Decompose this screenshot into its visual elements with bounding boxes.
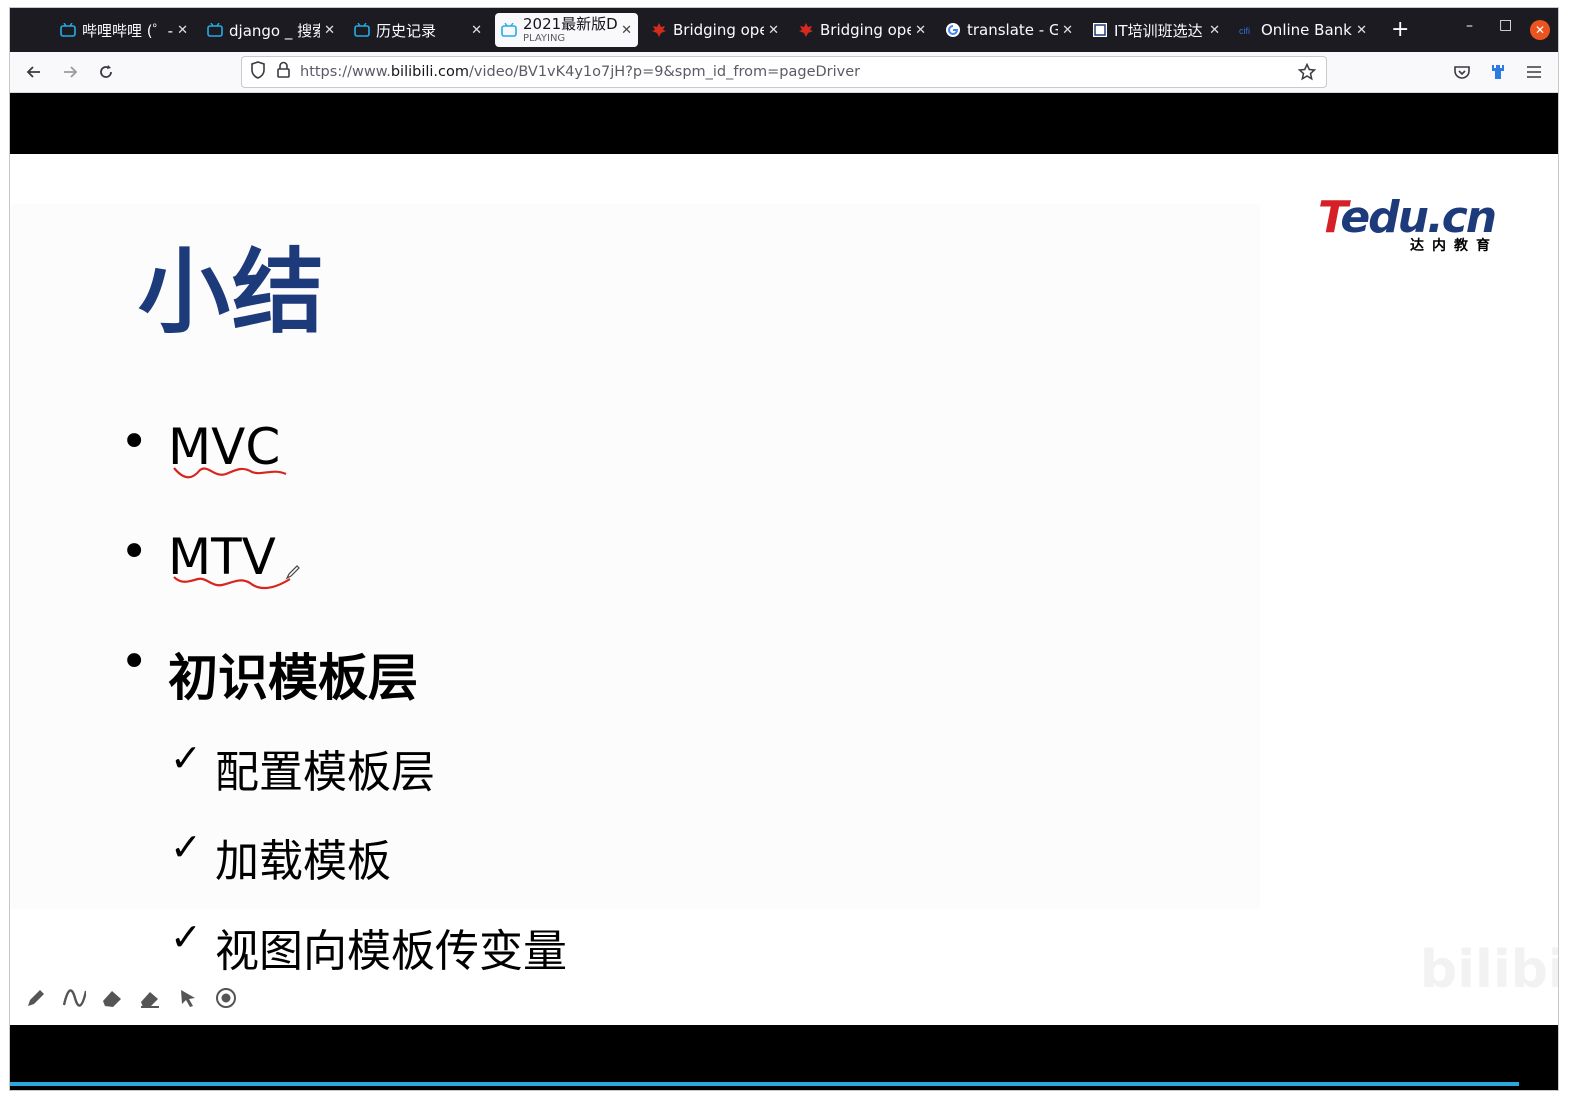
video-letterbox-top <box>10 93 1558 154</box>
tab-django-search[interactable]: django _ 搜索 ✕ <box>201 14 341 46</box>
close-icon[interactable]: ✕ <box>768 23 779 38</box>
maximize-button[interactable]: □ <box>1499 17 1512 33</box>
browser-window: 哔哩哔哩 (゜-゜ ✕ django _ 搜索 ✕ 历史记录 ✕ 2021最新版… <box>10 8 1558 1090</box>
subitem-pass-variables: 视图向模板传变量 <box>215 926 567 977</box>
maple-leaf-icon <box>651 22 667 38</box>
video-slide[interactable]: 小结 Tedu.cn 达内教育 • MVC • MTV • 初识模板层 ✓ 配置… <box>10 154 1558 1025</box>
tab-bridging-1[interactable]: Bridging oper ✕ <box>645 14 785 46</box>
tab-title: translate - Go <box>967 21 1059 39</box>
pointer-icon[interactable] <box>176 986 200 1010</box>
window-close-button[interactable]: ✕ <box>1530 20 1550 40</box>
reload-icon <box>100 65 112 78</box>
maple-leaf-icon <box>798 22 814 38</box>
url-text[interactable]: https://www.bilibili.com/video/BV1vK4y1o… <box>300 64 860 80</box>
address-bar[interactable]: https://www.bilibili.com/video/BV1vK4y1o… <box>241 56 1327 88</box>
back-arrow-icon <box>26 66 40 78</box>
subitem-config-template: 配置模板层 <box>215 747 435 798</box>
bilibili-icon <box>501 22 517 38</box>
navigation-bar: https://www.bilibili.com/video/BV1vK4y1o… <box>10 52 1558 93</box>
logo-t: T <box>1318 192 1342 243</box>
check-icon: ✓ <box>170 736 202 780</box>
highlighter-icon[interactable] <box>100 986 124 1010</box>
subitem-load-template: 加载模板 <box>215 836 391 887</box>
annotation-toolbar <box>24 986 238 1010</box>
record-icon[interactable] <box>214 986 238 1010</box>
close-icon[interactable]: ✕ <box>324 23 335 38</box>
video-letterbox-bottom <box>10 1025 1558 1090</box>
forward-button[interactable] <box>58 60 82 84</box>
logo-subtitle: 达内教育 <box>1410 238 1498 254</box>
bullet-marker: • <box>120 524 149 580</box>
tab-it-training[interactable]: IT培训班选达 ✕ <box>1086 14 1226 46</box>
video-progress-bar[interactable] <box>10 1082 1520 1086</box>
tab-title: Bridging oper <box>673 21 765 39</box>
close-icon[interactable]: ✕ <box>915 23 926 38</box>
eraser-icon[interactable] <box>138 986 162 1010</box>
url-prefix: https://www. <box>300 64 391 80</box>
red-underline-annotation <box>173 467 287 479</box>
forward-arrow-icon <box>64 66 78 78</box>
url-path: /video/BV1vK4y1o7jH?p=9&spm_id_from=page… <box>469 64 861 80</box>
bullet-template-layer: 初识模板层 <box>168 649 418 707</box>
tab-translate[interactable]: translate - Go ✕ <box>939 14 1079 46</box>
lock-icon[interactable] <box>276 61 292 83</box>
tedu-logo: Tedu.cn 达内教育 <box>1318 192 1498 255</box>
bilibili-icon <box>207 22 223 38</box>
curve-icon[interactable] <box>62 986 86 1010</box>
minimize-button[interactable]: – <box>1466 18 1473 34</box>
pen-icon[interactable] <box>24 986 48 1010</box>
tab-bilibili-home[interactable]: 哔哩哔哩 (゜-゜ ✕ <box>54 14 194 46</box>
tab-active-video[interactable]: 2021最新版Dj PLAYING ✕ <box>495 13 638 47</box>
close-icon[interactable]: ✕ <box>471 23 482 38</box>
tab-title: 哔哩哔哩 (゜-゜ <box>82 21 174 40</box>
close-icon[interactable]: ✕ <box>1209 23 1220 38</box>
close-icon[interactable]: ✕ <box>1062 23 1073 38</box>
tab-title: 历史记录 <box>376 21 437 40</box>
bilibili-icon <box>354 22 370 38</box>
extension-icon[interactable] <box>1486 60 1510 84</box>
tab-history[interactable]: 历史记录 ✕ <box>348 14 488 46</box>
menu-icon[interactable] <box>1522 60 1546 84</box>
bullet-marker: • <box>120 634 149 690</box>
bullet-marker: • <box>120 414 149 470</box>
shield-icon[interactable] <box>250 61 266 83</box>
svg-text:cifi: cifi <box>1239 26 1250 36</box>
url-host: bilibili.com <box>390 64 470 80</box>
tab-bar: 哔哩哔哩 (゜-゜ ✕ django _ 搜索 ✕ 历史记录 ✕ 2021最新版… <box>10 8 1558 52</box>
check-icon: ✓ <box>170 825 202 869</box>
new-tab-button[interactable]: + <box>1391 17 1409 42</box>
tab-bridging-2[interactable]: Bridging oper ✕ <box>792 14 932 46</box>
slide-title: 小结 <box>138 239 327 346</box>
bank-icon: cifi <box>1239 22 1255 38</box>
bilibili-watermark: bilibili <box>1420 940 1558 1000</box>
close-icon[interactable]: ✕ <box>177 23 188 38</box>
tab-title: Bridging oper <box>820 21 912 39</box>
tab-playing-label: PLAYING <box>523 33 566 44</box>
close-icon[interactable]: ✕ <box>621 23 632 38</box>
pocket-icon[interactable] <box>1450 60 1474 84</box>
tab-online-banking[interactable]: cifi Online Bankin ✕ <box>1233 14 1373 46</box>
tedu-icon <box>1092 22 1108 38</box>
reload-button[interactable] <box>94 60 118 84</box>
tab-title: Online Bankin <box>1261 21 1352 39</box>
pen-cursor-icon <box>285 565 300 580</box>
bookmark-star-icon[interactable] <box>1297 62 1317 85</box>
check-icon: ✓ <box>170 915 202 959</box>
back-button[interactable] <box>22 60 46 84</box>
tab-title: django _ 搜索 <box>229 21 321 40</box>
tab-title: IT培训班选达 <box>1114 21 1203 40</box>
google-icon <box>945 22 961 38</box>
tab-title: 2021最新版Dj <box>523 16 618 32</box>
bilibili-icon <box>60 22 76 38</box>
close-icon[interactable]: ✕ <box>1356 23 1367 38</box>
